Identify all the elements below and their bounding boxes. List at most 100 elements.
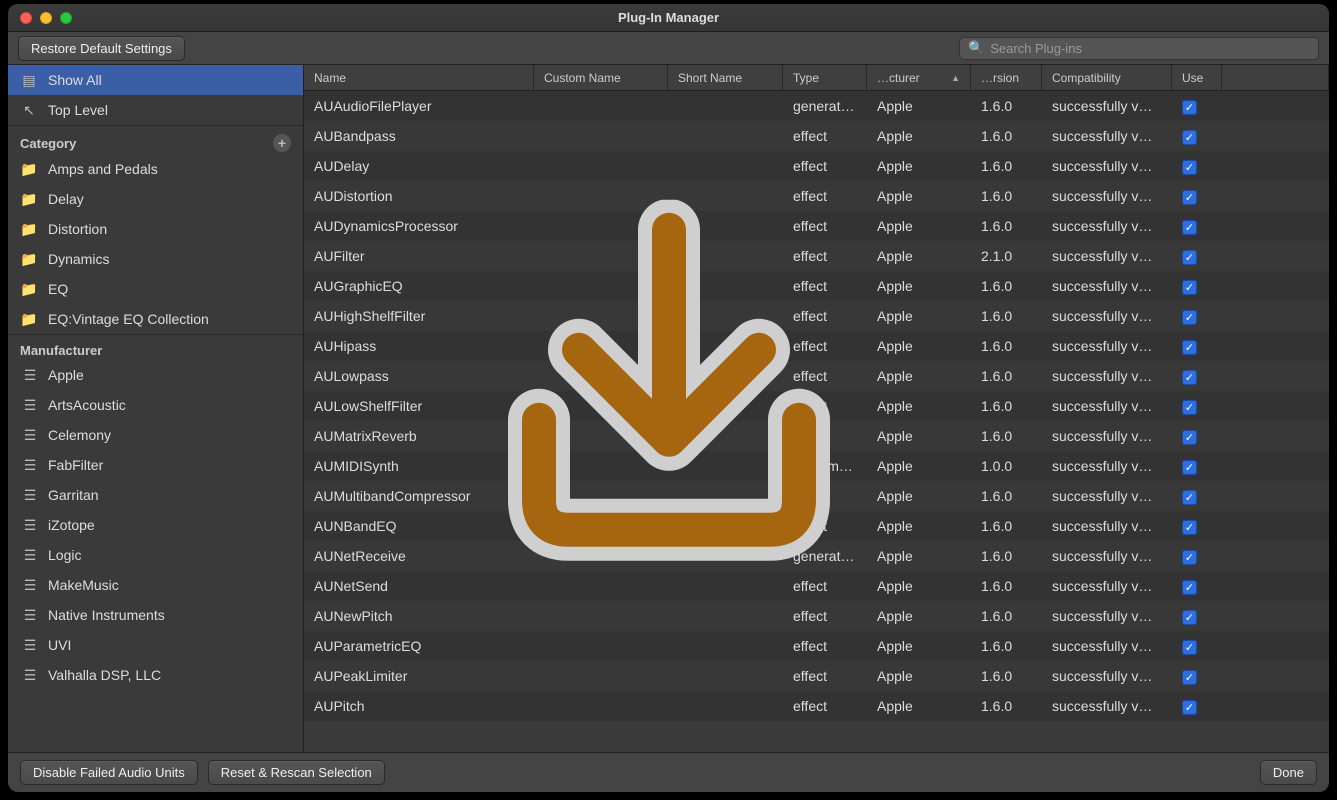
checkbox-icon[interactable]: ✓ — [1182, 640, 1197, 655]
sidebar-category-item[interactable]: 📁Delay — [8, 184, 303, 214]
table-row[interactable]: AUHipasseffectApple1.6.0successfully v…✓ — [304, 331, 1329, 361]
checkbox-icon[interactable]: ✓ — [1182, 340, 1197, 355]
table-row[interactable]: AUNetSendeffectApple1.6.0successfully v…… — [304, 571, 1329, 601]
checkbox-icon[interactable]: ✓ — [1182, 550, 1197, 565]
cell-type: effect — [783, 518, 867, 534]
cell-use: ✓ — [1172, 698, 1222, 715]
cell-compatibility: successfully v… — [1042, 248, 1172, 264]
search-input[interactable] — [990, 41, 1310, 56]
list-icon: ☰ — [20, 667, 38, 684]
checkbox-icon[interactable]: ✓ — [1182, 100, 1197, 115]
checkbox-icon[interactable]: ✓ — [1182, 220, 1197, 235]
table-row[interactable]: AUFiltereffectApple2.1.0successfully v…✓ — [304, 241, 1329, 271]
search-field[interactable]: 🔍 — [959, 37, 1319, 60]
table-row[interactable]: AUNewPitcheffectApple1.6.0successfully v… — [304, 601, 1329, 631]
sidebar-manufacturer-item[interactable]: ☰Garritan — [8, 480, 303, 510]
cell-type: instrum… — [783, 458, 867, 474]
window: Plug-In Manager Restore Default Settings… — [8, 4, 1329, 792]
table-row[interactable]: AUDynamicsProcessoreffectApple1.6.0succe… — [304, 211, 1329, 241]
sidebar-item-label: FabFilter — [48, 457, 103, 473]
checkbox-icon[interactable]: ✓ — [1182, 610, 1197, 625]
cell-use: ✓ — [1172, 128, 1222, 145]
checkbox-icon[interactable]: ✓ — [1182, 430, 1197, 445]
cell-manufacturer: Apple — [867, 128, 971, 144]
sidebar-category-item[interactable]: 📁EQ:Vintage EQ Collection — [8, 304, 303, 334]
col-spacer — [1222, 65, 1329, 90]
checkbox-icon[interactable]: ✓ — [1182, 580, 1197, 595]
table-row[interactable]: AUGraphicEQeffectApple1.6.0successfully … — [304, 271, 1329, 301]
col-short-name[interactable]: Short Name — [668, 65, 783, 90]
cell-compatibility: successfully v… — [1042, 698, 1172, 714]
col-version[interactable]: …rsion — [971, 65, 1042, 90]
cell-name: AUParametricEQ — [304, 638, 534, 654]
checkbox-icon[interactable]: ✓ — [1182, 460, 1197, 475]
col-type[interactable]: Type — [783, 65, 867, 90]
sidebar-category-item[interactable]: 📁Dynamics — [8, 244, 303, 274]
table-row[interactable]: AUNBandEQeffectApple1.6.0successfully v…… — [304, 511, 1329, 541]
cell-use: ✓ — [1172, 158, 1222, 175]
checkbox-icon[interactable]: ✓ — [1182, 250, 1197, 265]
reset-rescan-button[interactable]: Reset & Rescan Selection — [208, 760, 385, 785]
done-button[interactable]: Done — [1260, 760, 1317, 785]
col-custom-name[interactable]: Custom Name — [534, 65, 668, 90]
cell-name: AUGraphicEQ — [304, 278, 534, 294]
sidebar-category-item[interactable]: 📁Amps and Pedals — [8, 154, 303, 184]
checkbox-icon[interactable]: ✓ — [1182, 370, 1197, 385]
checkbox-icon[interactable]: ✓ — [1182, 280, 1197, 295]
sidebar-item-show-all[interactable]: ▤ Show All — [8, 65, 303, 95]
sidebar-manufacturer-item[interactable]: ☰UVI — [8, 630, 303, 660]
sidebar-manufacturer-item[interactable]: ☰Native Instruments — [8, 600, 303, 630]
checkbox-icon[interactable]: ✓ — [1182, 670, 1197, 685]
sidebar-manufacturer-item[interactable]: ☰Apple — [8, 360, 303, 390]
checkbox-icon[interactable]: ✓ — [1182, 130, 1197, 145]
checkbox-icon[interactable]: ✓ — [1182, 700, 1197, 715]
col-use[interactable]: Use — [1172, 65, 1222, 90]
col-compatibility[interactable]: Compatibility — [1042, 65, 1172, 90]
restore-default-button[interactable]: Restore Default Settings — [18, 36, 185, 61]
cell-version: 1.6.0 — [971, 338, 1042, 354]
col-name[interactable]: Name — [304, 65, 534, 90]
cell-manufacturer: Apple — [867, 548, 971, 564]
add-category-icon[interactable]: + — [273, 134, 291, 152]
table-row[interactable]: AULowShelfFiltereffectApple1.6.0successf… — [304, 391, 1329, 421]
table-row[interactable]: AUMIDISynthinstrum…Apple1.0.0successfull… — [304, 451, 1329, 481]
table-row[interactable]: AUPeakLimitereffectApple1.6.0successfull… — [304, 661, 1329, 691]
cell-compatibility: successfully v… — [1042, 128, 1172, 144]
table-row[interactable]: AUDistortioneffectApple1.6.0successfully… — [304, 181, 1329, 211]
disable-failed-button[interactable]: Disable Failed Audio Units — [20, 760, 198, 785]
sidebar-item-top-level[interactable]: ↖ Top Level — [8, 95, 303, 125]
cell-version: 1.6.0 — [971, 518, 1042, 534]
table-row[interactable]: AUNetReceivegenerat…Apple1.6.0successful… — [304, 541, 1329, 571]
sidebar-manufacturer-item[interactable]: ☰Valhalla DSP, LLC — [8, 660, 303, 690]
table-row[interactable]: AUAudioFilePlayergenerat…Apple1.6.0succe… — [304, 91, 1329, 121]
sidebar-category-item[interactable]: 📁EQ — [8, 274, 303, 304]
cell-use: ✓ — [1172, 668, 1222, 685]
cell-version: 1.6.0 — [971, 608, 1042, 624]
col-manufacturer[interactable]: …cturer — [867, 65, 971, 90]
checkbox-icon[interactable]: ✓ — [1182, 160, 1197, 175]
checkbox-icon[interactable]: ✓ — [1182, 520, 1197, 535]
table-row[interactable]: AUMultibandCompressoreffectApple1.6.0suc… — [304, 481, 1329, 511]
cell-manufacturer: Apple — [867, 368, 971, 384]
sidebar-category-item[interactable]: 📁Distortion — [8, 214, 303, 244]
sidebar-manufacturer-item[interactable]: ☰iZotope — [8, 510, 303, 540]
table-row[interactable]: AUHighShelfFiltereffectApple1.6.0success… — [304, 301, 1329, 331]
checkbox-icon[interactable]: ✓ — [1182, 310, 1197, 325]
table-row[interactable]: AUParametricEQeffectApple1.6.0successful… — [304, 631, 1329, 661]
sidebar-manufacturer-item[interactable]: ☰ArtsAcoustic — [8, 390, 303, 420]
checkbox-icon[interactable]: ✓ — [1182, 400, 1197, 415]
cell-version: 1.6.0 — [971, 278, 1042, 294]
cell-use: ✓ — [1172, 248, 1222, 265]
sidebar-manufacturer-item[interactable]: ☰Logic — [8, 540, 303, 570]
sidebar-manufacturer-item[interactable]: ☰FabFilter — [8, 450, 303, 480]
table-row[interactable]: AUBandpasseffectApple1.6.0successfully v… — [304, 121, 1329, 151]
table-row[interactable]: AUMatrixReverbeffectApple1.6.0successful… — [304, 421, 1329, 451]
cell-type: effect — [783, 248, 867, 264]
table-row[interactable]: AUPitcheffectApple1.6.0successfully v…✓ — [304, 691, 1329, 721]
table-row[interactable]: AULowpasseffectApple1.6.0successfully v…… — [304, 361, 1329, 391]
table-row[interactable]: AUDelayeffectApple1.6.0successfully v…✓ — [304, 151, 1329, 181]
sidebar-manufacturer-item[interactable]: ☰Celemony — [8, 420, 303, 450]
checkbox-icon[interactable]: ✓ — [1182, 490, 1197, 505]
checkbox-icon[interactable]: ✓ — [1182, 190, 1197, 205]
sidebar-manufacturer-item[interactable]: ☰MakeMusic — [8, 570, 303, 600]
